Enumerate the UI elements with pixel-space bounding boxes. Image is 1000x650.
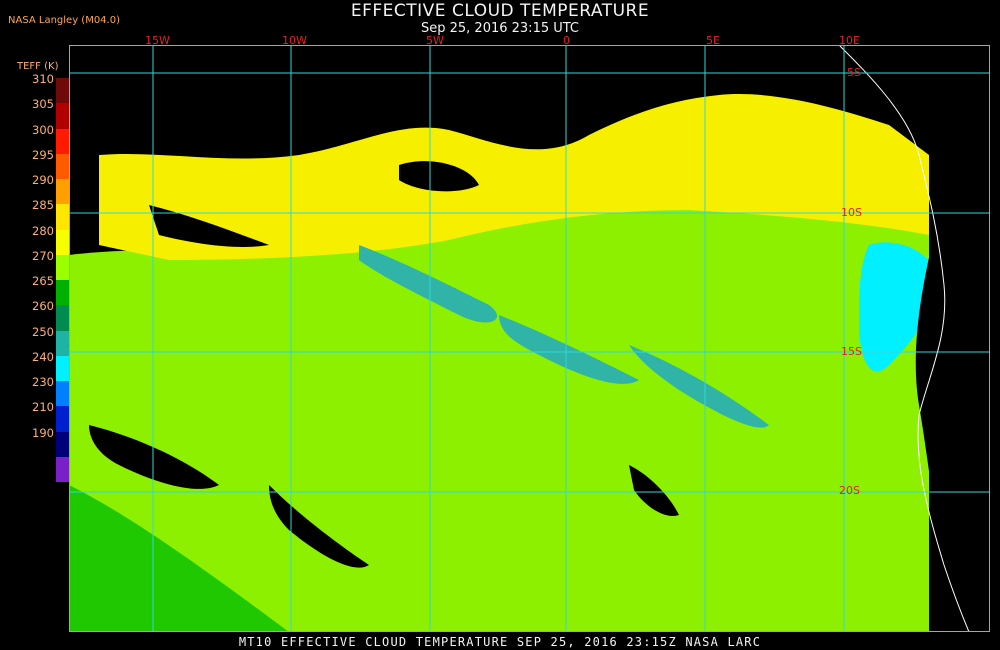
cloud-field	[69, 45, 990, 632]
lat-label: 10S	[841, 206, 862, 219]
scale-tick-label: 190	[32, 425, 54, 440]
footer-caption: MT10 EFFECTIVE CLOUD TEMPERATURE SEP 25,…	[238, 635, 762, 649]
scale-tick-label: 240	[32, 349, 54, 364]
satellite-map	[69, 45, 990, 632]
lon-label: 0	[563, 34, 570, 47]
scale-tick-label: 300	[32, 122, 54, 137]
scale-tick-label: 280	[32, 223, 54, 238]
scale-tick-label: 285	[32, 198, 54, 213]
lon-label: 10E	[839, 34, 860, 47]
scale-tick-label: 310	[32, 72, 54, 86]
lon-label: 5W	[426, 34, 444, 47]
page-title: EFFECTIVE CLOUD TEMPERATURE	[350, 1, 650, 21]
scale-tick-label: 270	[32, 248, 54, 263]
lat-label: 15S	[841, 345, 862, 358]
scale-tick-label: 230	[32, 375, 54, 390]
scale-tick-label: 210	[32, 400, 54, 415]
scale-tick-label: 250	[32, 324, 54, 339]
scale-tick-label: 260	[32, 299, 54, 314]
lat-label: 5S	[847, 66, 861, 79]
legend-title: TEFF (K)	[17, 61, 59, 72]
lon-label: 10W	[282, 34, 307, 47]
color-scale-ticks: 310 305 300 295 290 285 280 270 265 260 250 240 230 2…	[20, 72, 54, 451]
scale-tick-label: 265	[32, 274, 54, 289]
producer-label: NASA Langley (M04.0)	[8, 15, 120, 26]
lon-label: 5E	[706, 34, 720, 47]
scale-tick-label: 295	[32, 147, 54, 162]
scale-tick-label: 305	[32, 97, 54, 112]
lat-label: 20S	[839, 484, 860, 497]
lon-label: 15W	[145, 34, 170, 47]
scale-tick-label: 290	[32, 173, 54, 188]
